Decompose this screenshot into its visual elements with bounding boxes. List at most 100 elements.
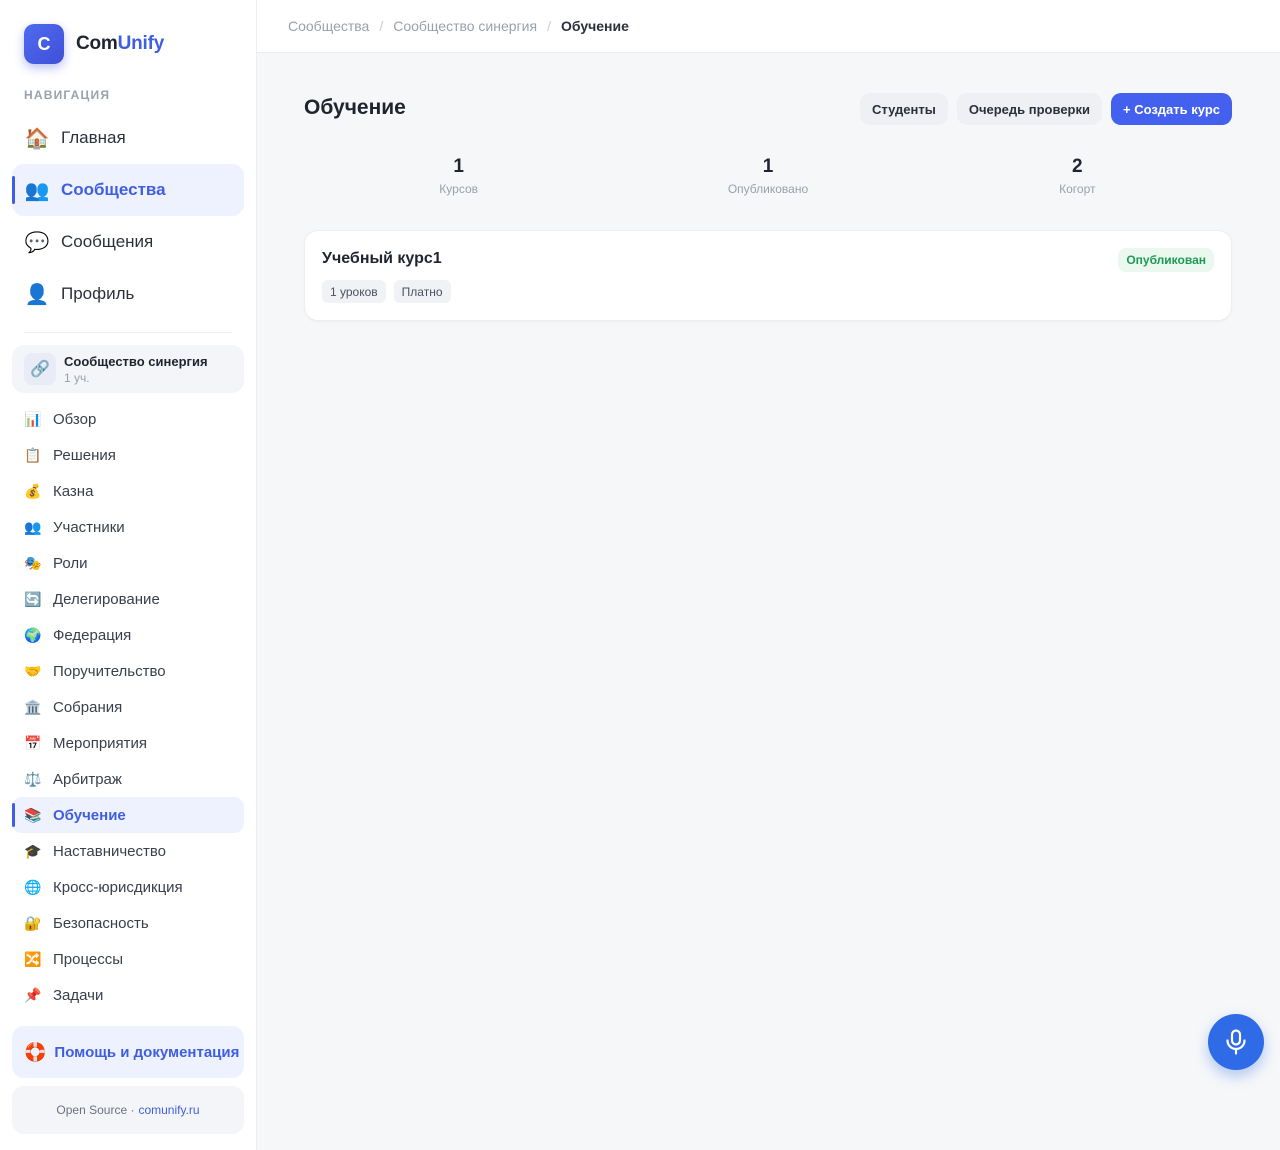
community-nav-label: Обзор bbox=[53, 410, 97, 428]
community-nav-label: Собрания bbox=[53, 698, 123, 716]
review-queue-button[interactable]: Очередь проверки bbox=[956, 93, 1102, 125]
locked-key-icon: 🔐 bbox=[24, 914, 42, 931]
course-title: Учебный курс1 bbox=[322, 250, 442, 267]
breadcrumb: Сообщества / Сообщество синергия / Обуче… bbox=[257, 0, 1280, 53]
community-nav-item-sponsorship[interactable]: 🤝 Поручительство bbox=[12, 653, 244, 689]
community-nav-label: Участники bbox=[53, 518, 125, 536]
classical-building-icon: 🏛️ bbox=[24, 698, 42, 715]
breadcrumb-separator: / bbox=[379, 18, 384, 34]
community-nav-item-delegation[interactable]: 🔄 Делегирование bbox=[12, 581, 244, 617]
nav-item-messages[interactable]: 💬 Сообщения bbox=[12, 216, 244, 268]
breadcrumb-community[interactable]: Сообщество синергия bbox=[393, 18, 537, 34]
community-nav-item-events[interactable]: 📅 Мероприятия bbox=[12, 725, 244, 761]
nav-item-label: Сообщества bbox=[61, 180, 166, 199]
breadcrumb-communities[interactable]: Сообщества bbox=[288, 18, 369, 34]
community-member-count: 1 уч. bbox=[64, 370, 90, 385]
breadcrumb-separator: / bbox=[547, 18, 551, 34]
microphone-icon bbox=[1226, 1029, 1246, 1055]
calendar-icon: 📅 bbox=[24, 734, 42, 751]
create-course-button[interactable]: + Создать курс bbox=[1110, 93, 1232, 125]
community-nav-item-members[interactable]: 👥 Участники bbox=[12, 509, 244, 545]
community-nav-label: Арбитраж bbox=[53, 770, 122, 788]
lesson-count-tag: 1 уроков bbox=[322, 280, 386, 303]
community-name: Сообщество синергия bbox=[64, 353, 208, 369]
scales-icon: ⚖️ bbox=[24, 770, 42, 787]
stats-row: 1 Курсов 1 Опубликовано 2 Когорт bbox=[304, 156, 1232, 196]
nav-item-label: Сообщения bbox=[61, 232, 154, 251]
community-switcher[interactable]: 🔗 Сообщество синергия 1 уч. bbox=[12, 345, 244, 393]
community-nav-label: Федерация bbox=[53, 626, 132, 644]
nav-caption: НАВИГАЦИЯ bbox=[24, 88, 111, 102]
speech-bubble-icon: 💬 bbox=[24, 231, 50, 254]
logo-badge: C bbox=[24, 24, 64, 64]
community-nav-label: Решения bbox=[53, 446, 116, 464]
community-nav-item-assemblies[interactable]: 🏛️ Собрания bbox=[12, 689, 244, 725]
brand-name: ComUnify bbox=[76, 33, 164, 55]
pushpin-icon: 📌 bbox=[24, 986, 42, 1003]
brand-name-part2: Unify bbox=[117, 33, 165, 54]
graduation-cap-icon: 🎓 bbox=[24, 842, 42, 859]
community-nav-item-roles[interactable]: 🎭 Роли bbox=[12, 545, 244, 581]
breadcrumb-current: Обучение bbox=[560, 18, 629, 34]
footer-link[interactable]: comunify.ru bbox=[138, 1103, 199, 1117]
sidebar: C ComUnify НАВИГАЦИЯ 🏠 Главная 👥 Сообщес… bbox=[0, 0, 257, 1150]
status-badge: Опубликован bbox=[1118, 248, 1214, 272]
footer-text: Open Source · bbox=[56, 1103, 135, 1117]
community-nav-label: Безопасность bbox=[53, 914, 149, 932]
community-nav-label: Роли bbox=[53, 554, 88, 572]
nav-item-label: Профиль bbox=[61, 284, 135, 303]
brand-name-part1: Com bbox=[76, 33, 118, 54]
community-nav-label: Поручительство bbox=[53, 662, 166, 680]
community-nav-label: Мероприятия bbox=[53, 734, 148, 752]
community-nav-item-cross-jurisdiction[interactable]: 🌐 Кросс-юрисдикция bbox=[12, 869, 244, 905]
handshake-icon: 🤝 bbox=[24, 662, 42, 679]
people-icon: 👥 bbox=[24, 179, 50, 202]
page-title: Обучение bbox=[304, 96, 406, 119]
community-nav-item-processes[interactable]: 🔀 Процессы bbox=[12, 941, 244, 977]
arrows-cycle-icon: 🔄 bbox=[24, 590, 42, 607]
stat-value: 1 bbox=[453, 156, 464, 177]
globe-meridians-icon: 🌐 bbox=[24, 878, 42, 895]
community-nav-item-mentorship[interactable]: 🎓 Наставничество bbox=[12, 833, 244, 869]
stat-label: Опубликовано bbox=[727, 182, 809, 196]
lifebuoy-icon: 🛟 bbox=[24, 1041, 47, 1062]
community-nav-item-federation[interactable]: 🌍 Федерация bbox=[12, 617, 244, 653]
stat-label: Курсов bbox=[439, 182, 479, 196]
community-nav-item-tasks[interactable]: 📌 Задачи bbox=[12, 977, 244, 1013]
community-nav-item-arbitration[interactable]: ⚖️ Арбитраж bbox=[12, 761, 244, 797]
community-nav-label: Казна bbox=[53, 482, 94, 500]
voice-input-button[interactable] bbox=[1208, 1014, 1264, 1070]
community-nav-item-security[interactable]: 🔐 Безопасность bbox=[12, 905, 244, 941]
stat-published: 1 Опубликовано bbox=[613, 156, 922, 196]
community-nav: 📊 Обзор 📋 Решения 💰 Казна 👥 Участники 🎭 Роли 🔄 Деле… bbox=[12, 401, 244, 1026]
globe-icon: 🌍 bbox=[24, 626, 42, 643]
masks-icon: 🎭 bbox=[24, 554, 42, 571]
nav-item-communities[interactable]: 👥 Сообщества bbox=[12, 164, 244, 216]
sidebar-footer: Open Source · comunify.ru bbox=[12, 1086, 244, 1134]
community-nav-label: Делегирование bbox=[53, 590, 160, 608]
books-icon: 📚 bbox=[24, 806, 42, 823]
stat-courses: 1 Курсов bbox=[304, 156, 613, 196]
community-nav-label: Обучение bbox=[53, 806, 126, 824]
stat-value: 1 bbox=[762, 156, 774, 177]
students-button[interactable]: Студенты bbox=[860, 93, 948, 125]
brand-logo[interactable]: C ComUnify bbox=[24, 24, 164, 64]
help-docs-label: Помощь и документация bbox=[54, 1043, 240, 1061]
stat-value: 2 bbox=[1072, 156, 1083, 177]
people-icon: 👥 bbox=[24, 518, 42, 535]
nav-item-profile[interactable]: 👤 Профиль bbox=[12, 268, 244, 320]
community-nav-item-learning[interactable]: 📚 Обучение bbox=[12, 797, 244, 833]
link-icon: 🔗 bbox=[24, 353, 56, 385]
sidebar-divider bbox=[24, 332, 232, 333]
community-nav-item-treasury[interactable]: 💰 Казна bbox=[12, 473, 244, 509]
community-nav-item-overview[interactable]: 📊 Обзор bbox=[12, 401, 244, 437]
main-nav: 🏠 Главная 👥 Сообщества 💬 Сообщения 👤 Про… bbox=[12, 112, 244, 320]
community-nav-label: Процессы bbox=[53, 950, 124, 968]
course-card[interactable]: Учебный курс1 Опубликован 1 уроков Платн… bbox=[304, 230, 1232, 321]
shuffle-icon: 🔀 bbox=[24, 950, 42, 967]
community-nav-item-decisions[interactable]: 📋 Решения bbox=[12, 437, 244, 473]
user-icon: 👤 bbox=[24, 283, 50, 306]
help-docs-button[interactable]: 🛟 Помощь и документация bbox=[12, 1026, 244, 1078]
page-actions: Студенты Очередь проверки + Создать курс bbox=[860, 93, 1232, 125]
nav-item-home[interactable]: 🏠 Главная bbox=[12, 112, 244, 164]
